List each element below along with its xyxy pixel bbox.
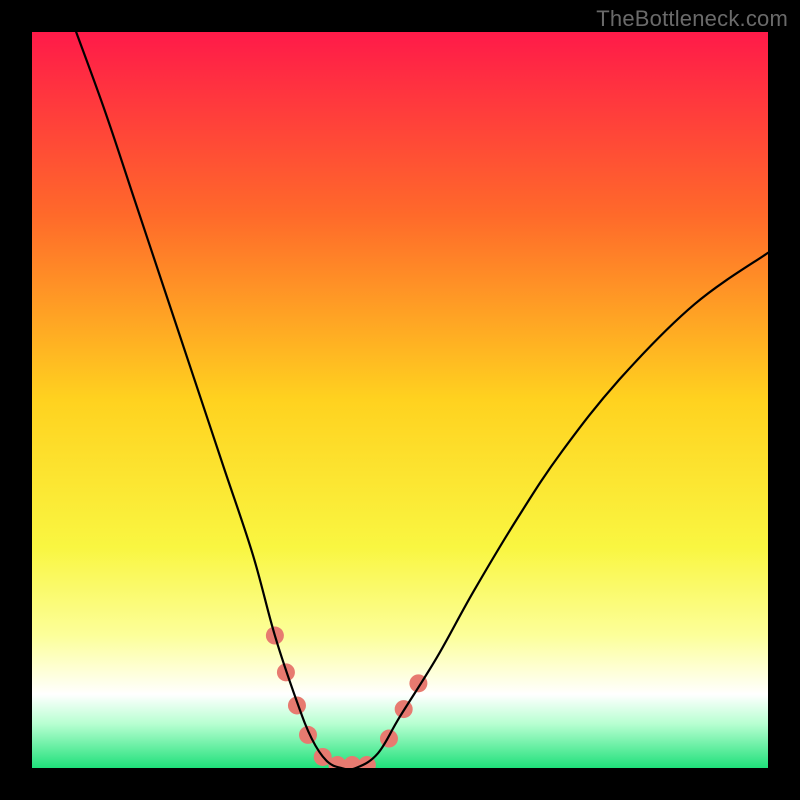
highlight-dots bbox=[266, 627, 428, 768]
watermark-text: TheBottleneck.com bbox=[596, 6, 788, 32]
plot-area bbox=[32, 32, 768, 768]
bottleneck-curve bbox=[76, 32, 768, 768]
curve-layer bbox=[32, 32, 768, 768]
chart-frame: TheBottleneck.com bbox=[0, 0, 800, 800]
